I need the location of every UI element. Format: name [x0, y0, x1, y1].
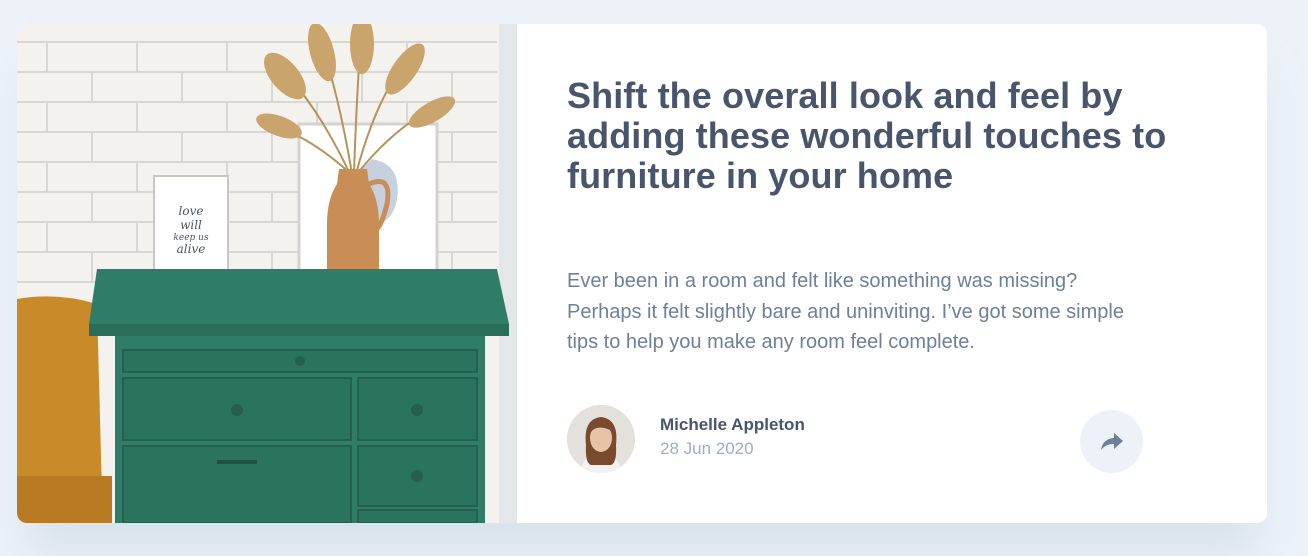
- share-button[interactable]: [1080, 410, 1143, 473]
- author-avatar: [567, 405, 635, 473]
- article-description: Ever been in a room and felt like someth…: [567, 270, 1124, 353]
- svg-text:alive: alive: [177, 242, 206, 256]
- svg-text:love: love: [179, 204, 204, 218]
- drawers-photo: love will keep us alive: [17, 24, 517, 523]
- avatar-portrait: [567, 405, 635, 473]
- quote-frame: love will keep us alive: [153, 175, 229, 279]
- author-name: Michelle Appleton: [660, 415, 805, 434]
- svg-text:will: will: [180, 218, 202, 232]
- drawers-illustration: love will keep us alive: [17, 24, 517, 523]
- article-preview-card: love will keep us alive Shift the overal…: [17, 24, 1267, 523]
- article-content: Shift the overall look and feel by addin…: [517, 24, 1267, 523]
- share-arrow-icon: [1100, 432, 1123, 450]
- article-title: Shift the overall look and feel by addin…: [567, 75, 1167, 196]
- post-date: 28 Jun 2020: [660, 439, 754, 458]
- green-dresser: [89, 269, 509, 523]
